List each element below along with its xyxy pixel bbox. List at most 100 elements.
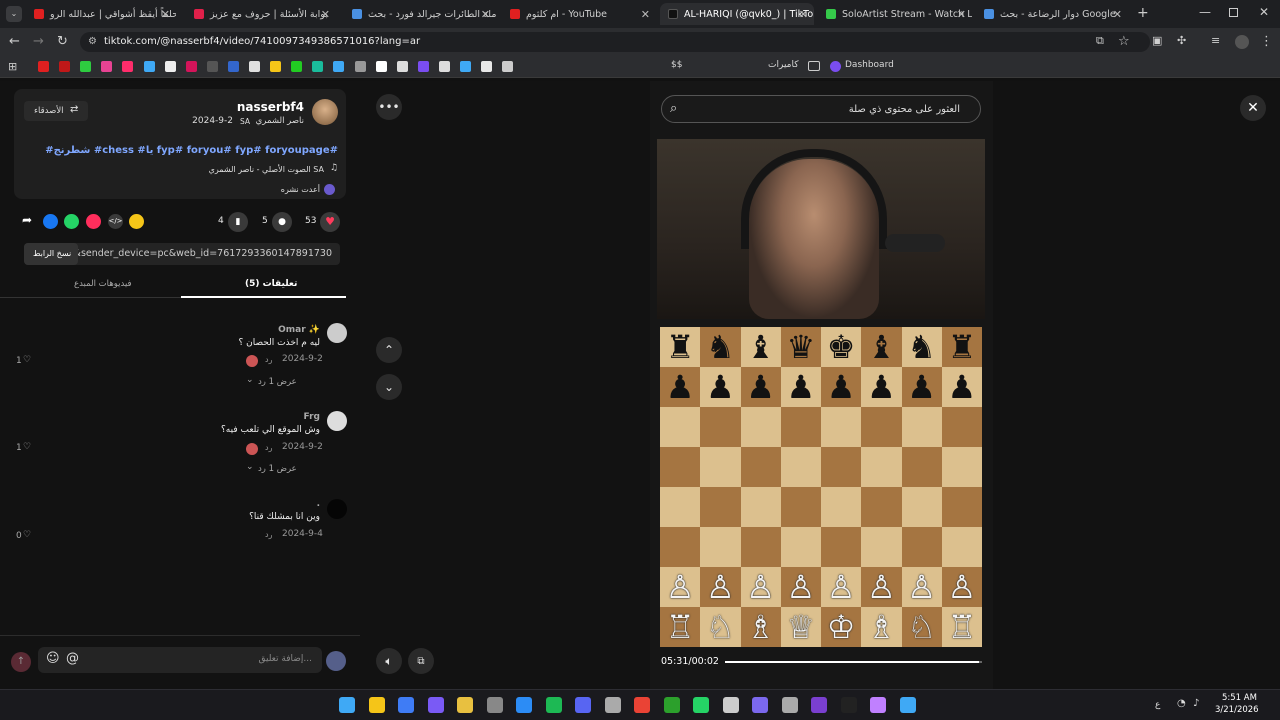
taskbar-app-icon[interactable] (486, 697, 503, 713)
comment-heart-icon[interactable]: ♡ (23, 530, 31, 540)
chess-square[interactable]: ♞ (901, 327, 942, 367)
taskbar-app-icon[interactable] (722, 697, 739, 713)
clock-date[interactable]: 3/21/2026 (1215, 705, 1259, 715)
taskbar-app-icon[interactable] (545, 697, 562, 713)
like-heart-icon[interactable]: ♥ (320, 212, 340, 232)
taskbar-app-icon[interactable] (398, 697, 414, 713)
white-chess-piece[interactable]: ♕ (787, 611, 816, 643)
chess-square[interactable]: ♘ (901, 607, 942, 647)
chess-square[interactable] (901, 447, 942, 487)
video-player[interactable]: العثور على محتوى ذي صلة ⌕ ♜ ♞ ♝ ♛ ♚ ♝ ♞ ♜ ♟ ♟ ♟ ♟ ♟ ♟… (650, 81, 993, 689)
white-chess-piece[interactable]: ♔ (827, 611, 856, 643)
chess-square[interactable]: ♔ (821, 607, 862, 647)
volume-tray-icon[interactable]: ♪ (1193, 698, 1199, 709)
chess-square[interactable] (740, 527, 781, 567)
chess-square[interactable] (941, 527, 982, 567)
black-chess-piece[interactable]: ♟ (787, 371, 816, 403)
comment-user[interactable]: . (317, 499, 320, 509)
chess-square[interactable] (700, 447, 741, 487)
chess-square[interactable]: ♙ (941, 567, 982, 607)
chess-square[interactable] (901, 527, 942, 567)
media-queue-icon[interactable]: ≡ (1211, 34, 1220, 47)
chess-square[interactable]: ♟ (780, 367, 821, 407)
comment-input[interactable]: إضافة تعليق... ☺ @ (38, 647, 322, 673)
white-chess-piece[interactable]: ♙ (827, 571, 856, 603)
restore-icon[interactable] (1229, 8, 1238, 17)
more-options-icon[interactable]: ••• (376, 94, 402, 120)
reload-icon[interactable]: ↻ (57, 34, 68, 49)
black-chess-piece[interactable]: ♟ (948, 371, 977, 403)
bookmark-favicon-icon[interactable] (481, 61, 493, 72)
author-display-name[interactable]: ناصر الشمري (256, 116, 304, 126)
volume-icon[interactable]: 🔈︎ (376, 648, 402, 674)
bookmark-save-icon[interactable]: ▮ (228, 212, 248, 232)
tab-list-dropdown-button[interactable]: ⌄ (6, 6, 22, 22)
chess-square[interactable]: ♙ (700, 567, 741, 607)
share-embed-icon[interactable]: </> (108, 214, 123, 229)
black-chess-piece[interactable]: ♞ (706, 331, 735, 363)
chess-square[interactable] (901, 487, 942, 527)
chess-square[interactable] (821, 407, 862, 447)
comment-heart-icon[interactable]: ♡ (23, 442, 31, 452)
profile-avatar-icon[interactable] (1235, 35, 1249, 49)
white-chess-piece[interactable]: ♙ (787, 571, 816, 603)
bookmark-favicon-icon[interactable] (417, 61, 429, 72)
comment-user[interactable]: Omar ✨ (278, 325, 320, 335)
bookmark-favicon-icon[interactable] (185, 61, 197, 72)
taskbar-app-icon[interactable] (634, 697, 650, 713)
bookmark-favicon-icon[interactable] (227, 61, 239, 72)
bookmark-favicon-icon[interactable] (101, 61, 113, 72)
bookmark-favicon-icon[interactable] (80, 61, 92, 72)
bookmark-favicon-icon[interactable] (312, 61, 324, 72)
comment-reply-link[interactable]: رد (265, 530, 272, 539)
bookmark-favicon-icon[interactable] (270, 61, 282, 72)
bookmark-favicon-icon[interactable] (249, 61, 260, 72)
browser-tab-active[interactable]: AL-HARIQI (@qvk0_) | TikTok ✕ (660, 3, 814, 25)
chess-square[interactable]: ♟ (901, 367, 942, 407)
bookmark-favicon-icon[interactable] (122, 61, 134, 72)
picture-in-picture-icon[interactable]: ⧉ (408, 648, 434, 674)
bookmark-favicon-icon[interactable] (502, 61, 514, 72)
white-chess-piece[interactable]: ♙ (867, 571, 896, 603)
chess-square[interactable] (780, 447, 821, 487)
browser-tab[interactable]: بوابة الأسئلة | حروف مع عزيز ✕ (186, 3, 336, 25)
taskbar-app-icon[interactable] (663, 697, 680, 713)
chess-square[interactable] (861, 447, 902, 487)
black-chess-piece[interactable]: ♟ (666, 371, 695, 403)
comment-reply-link[interactable]: رد (265, 355, 272, 364)
chess-square[interactable] (821, 487, 862, 527)
chess-square[interactable]: ♙ (901, 567, 942, 607)
url-field[interactable]: ⚙ tiktok.com/@nasserbf4/video/7410097349… (80, 32, 1150, 52)
bookmark-favicon-icon[interactable] (333, 61, 345, 72)
chess-square[interactable]: ♞ (700, 327, 741, 367)
chess-square[interactable] (740, 487, 781, 527)
forward-arrow-icon[interactable]: → (33, 34, 44, 49)
author-username[interactable]: nasserbf4 (237, 100, 304, 114)
tab-close-icon[interactable]: ✕ (1113, 8, 1122, 21)
apps-grid-icon[interactable]: ⊞ (8, 60, 17, 73)
chess-square[interactable]: ♘ (700, 607, 741, 647)
copy-link-button[interactable]: نسخ الرابط (24, 243, 78, 265)
chess-square[interactable] (660, 407, 701, 447)
chess-square[interactable]: ♝ (861, 327, 902, 367)
chess-square[interactable]: ♗ (740, 607, 781, 647)
tab-close-icon[interactable]: ✕ (799, 8, 808, 21)
chess-square[interactable]: ♙ (660, 567, 701, 607)
share-emoji-icon[interactable] (129, 214, 144, 229)
black-chess-piece[interactable]: ♞ (907, 331, 936, 363)
browser-menu-icon[interactable]: ⋮ (1260, 34, 1273, 49)
keyboard-language[interactable]: ع (1155, 700, 1160, 710)
white-chess-piece[interactable]: ♙ (706, 571, 735, 603)
chess-square[interactable] (660, 487, 701, 527)
taskbar-app-icon[interactable] (368, 697, 385, 713)
browser-tab[interactable]: ام كلثوم - YouTube ✕ (502, 3, 656, 25)
black-chess-piece[interactable]: ♟ (867, 371, 896, 403)
chess-square[interactable] (740, 407, 781, 447)
view-replies-link[interactable]: عرض 1 رد (258, 377, 297, 387)
related-search-input[interactable]: العثور على محتوى ذي صلة ⌕ (661, 95, 981, 123)
back-arrow-icon[interactable]: ← (9, 34, 20, 49)
chess-square[interactable] (941, 407, 982, 447)
chess-square[interactable]: ♟ (740, 367, 781, 407)
black-chess-piece[interactable]: ♟ (827, 371, 856, 403)
bookmark-star-icon[interactable]: ☆ (1118, 34, 1130, 49)
